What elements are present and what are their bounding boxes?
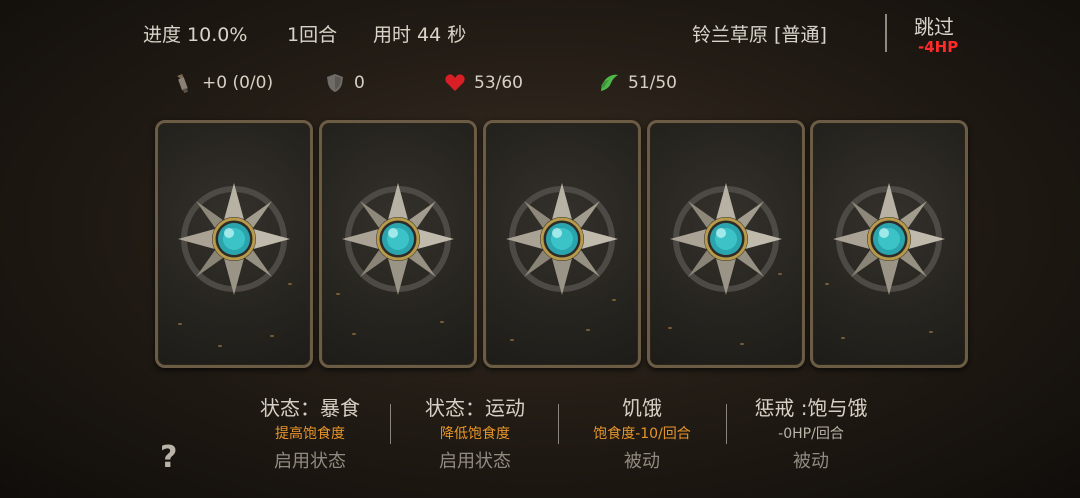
option-punishment[interactable]: 惩戒 :饱与饿 -0HP/回合 被动 <box>735 392 887 473</box>
sword-icon <box>172 72 194 94</box>
armor-stat: 0 <box>324 72 365 94</box>
option-desc: -0HP/回合 <box>778 426 844 442</box>
hp-stat: 53/60 <box>444 72 523 94</box>
option-action: 启用状态 <box>439 451 511 472</box>
compass-star-icon <box>506 183 618 295</box>
option-title: 饥饿 <box>622 396 662 420</box>
compass-star-icon <box>833 183 945 295</box>
face-down-card[interactable] <box>647 120 805 368</box>
attack-value: +0 (0/0) <box>202 73 274 93</box>
progress-text: 进度 10.0% <box>143 24 248 46</box>
shield-icon <box>324 72 346 94</box>
face-down-card[interactable] <box>155 120 313 368</box>
option-divider <box>726 404 727 444</box>
option-hunger[interactable]: 饥饿 饱食度-10/回合 被动 <box>572 392 712 473</box>
help-button[interactable]: ? <box>160 440 177 475</box>
face-down-card[interactable] <box>319 120 477 368</box>
option-desc: 降低饱食度 <box>440 426 510 442</box>
header-divider <box>885 14 887 52</box>
option-desc: 提高饱食度 <box>275 426 345 442</box>
face-down-card[interactable] <box>483 120 641 368</box>
option-divider <box>390 404 391 444</box>
armor-value: 0 <box>354 73 365 93</box>
skip-cost: -4HP <box>918 38 959 56</box>
round-counter: 1回合 <box>287 24 338 46</box>
attack-stat: +0 (0/0) <box>172 72 273 94</box>
skip-button[interactable]: 跳过 <box>914 11 954 40</box>
option-title: 状态：运动 <box>425 396 525 420</box>
heart-icon <box>444 72 466 94</box>
food-stat: 51/50 <box>598 72 677 94</box>
compass-star-icon <box>178 183 290 295</box>
top-bar: 进度 10.0% 1回合 用时 44 秒 铃兰草原 [普通] 跳过 -4HP <box>0 11 1080 56</box>
option-desc: 饱食度-10/回合 <box>593 426 691 442</box>
stats-bar: +0 (0/0) 0 53/60 51/50 <box>0 72 1080 100</box>
elapsed-time: 用时 44 秒 <box>373 24 467 46</box>
option-title: 状态：暴食 <box>260 396 360 420</box>
option-exercise[interactable]: 状态：运动 降低饱食度 启用状态 <box>405 392 545 473</box>
food-value: 51/50 <box>628 73 677 93</box>
option-action: 被动 <box>793 451 829 472</box>
face-down-card[interactable] <box>810 120 968 368</box>
option-action: 被动 <box>624 451 660 472</box>
location-label: 铃兰草原 [普通] <box>692 24 827 46</box>
compass-star-icon <box>342 183 454 295</box>
hp-value: 53/60 <box>474 73 523 93</box>
leaf-icon <box>598 72 620 94</box>
option-title: 惩戒 :饱与饿 <box>754 396 868 420</box>
option-divider <box>558 404 559 444</box>
option-gluttony[interactable]: 状态：暴食 提高饱食度 启用状态 <box>240 392 380 473</box>
compass-star-icon <box>670 183 782 295</box>
option-action: 启用状态 <box>274 451 346 472</box>
